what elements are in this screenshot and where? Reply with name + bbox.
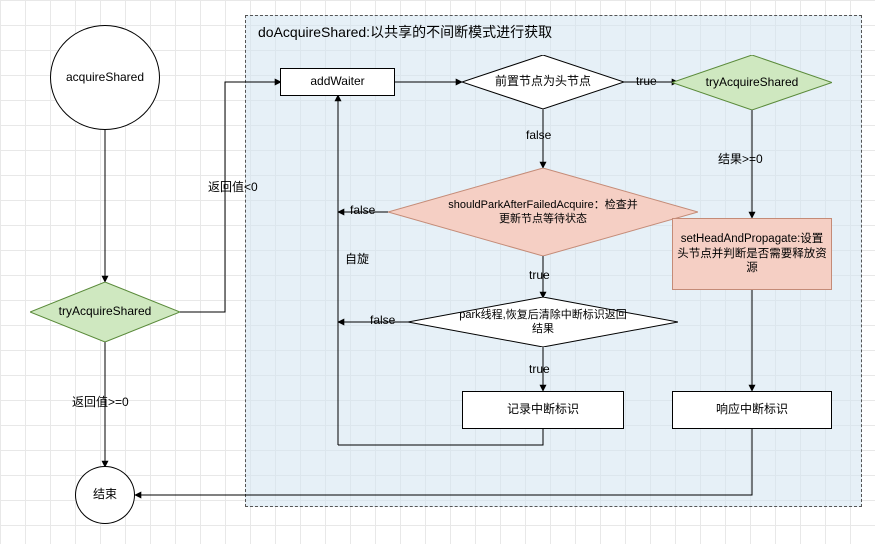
respond-node: 响应中断标识 [672, 391, 832, 429]
park-label: park线程,恢复后清除中断标识返回结果 [457, 308, 630, 337]
edge-true-park: true [529, 362, 550, 376]
start-node: acquireShared [50, 25, 160, 130]
predhead-label: 前置节点为头节点 [495, 74, 591, 90]
edge-retlt0: 返回值<0 [208, 178, 258, 195]
tryacq1-label: tryAcquireShared [59, 304, 152, 320]
tryacquireshared2-decision: tryAcquireShared [672, 55, 832, 110]
tryacq2-label: tryAcquireShared [706, 75, 799, 91]
addwaiter-label: addWaiter [310, 74, 364, 90]
edge-false-park: false [370, 313, 395, 327]
record-node: 记录中断标识 [462, 391, 624, 429]
edge-true-predhead: true [636, 74, 657, 88]
tryacquireshared-decision: tryAcquireShared [30, 282, 180, 342]
sethead-label: setHeadAndPropagate:设置头节点并判断是否需要释放资源 [677, 232, 827, 277]
end-label: 结束 [93, 487, 117, 503]
record-label: 记录中断标识 [507, 402, 579, 418]
container-title: doAcquireShared:以共享的不间断模式进行获取 [258, 22, 552, 42]
sethead-node: setHeadAndPropagate:设置头节点并判断是否需要释放资源 [672, 218, 832, 290]
respond-label: 响应中断标识 [716, 402, 788, 418]
edge-resge0: 结果>=0 [718, 150, 763, 167]
edge-retge0: 返回值>=0 [72, 393, 129, 410]
addwaiter-node: addWaiter [280, 68, 395, 96]
edge-spin: 自旋 [345, 250, 369, 267]
end-node: 结束 [75, 466, 135, 524]
edge-true-shouldpark: true [529, 268, 550, 282]
edge-false-predhead: false [526, 128, 551, 142]
shouldpark-label: shouldParkAfterFailedAcquire：检查并更新节点等待状态 [444, 198, 642, 227]
pred-head-decision: 前置节点为头节点 [462, 55, 624, 109]
start-label: acquireShared [66, 70, 144, 86]
park-decision: park线程,恢复后清除中断标识返回结果 [408, 297, 678, 347]
shouldpark-decision: shouldParkAfterFailedAcquire：检查并更新节点等待状态 [388, 168, 698, 256]
edge-false-shouldpark: false [350, 203, 375, 217]
